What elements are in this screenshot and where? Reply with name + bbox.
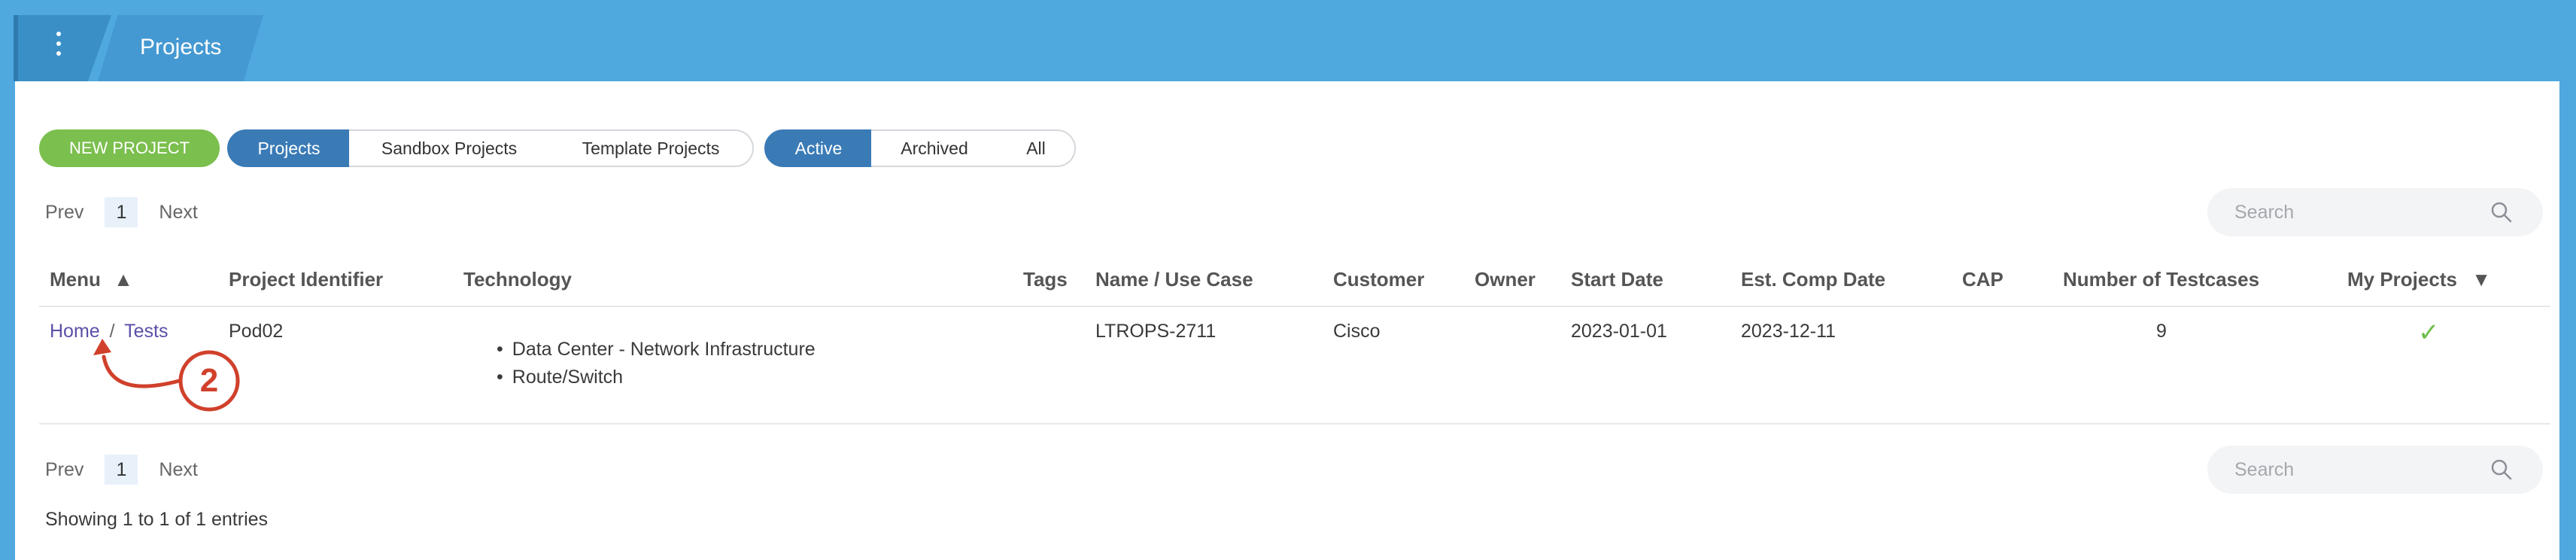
- next-button[interactable]: Next: [159, 459, 197, 481]
- next-button[interactable]: Next: [159, 202, 197, 224]
- column-header-start-date[interactable]: Start Date: [1571, 268, 1663, 291]
- column-header-name-use-case[interactable]: Name / Use Case: [1095, 268, 1253, 291]
- cell-customer: Cisco: [1333, 321, 1381, 342]
- tab-template-projects[interactable]: Template Projects: [549, 129, 754, 167]
- header-divider: [39, 306, 2550, 307]
- my-project-check-icon: ✓: [2418, 318, 2440, 347]
- tab-all[interactable]: All: [998, 129, 1076, 167]
- cell-est-comp-date: 2023-12-11: [1741, 321, 1836, 342]
- prev-button[interactable]: Prev: [45, 202, 84, 224]
- tab-projects[interactable]: Projects: [227, 129, 351, 167]
- column-header-cap[interactable]: CAP: [1962, 268, 2003, 291]
- technology-item: Data Center - Network Infrastructure: [497, 339, 816, 361]
- column-header-project-identifier[interactable]: Project Identifier: [229, 268, 383, 291]
- column-header-menu[interactable]: Menu ▲: [50, 268, 133, 291]
- column-header-technology[interactable]: Technology: [463, 268, 572, 291]
- page-number[interactable]: 1: [105, 455, 138, 485]
- kebab-menu-icon[interactable]: [51, 32, 66, 66]
- cell-start-date: 2023-01-01: [1571, 321, 1667, 342]
- entries-summary: Showing 1 to 1 of 1 entries: [45, 509, 269, 530]
- column-header-customer[interactable]: Customer: [1333, 268, 1424, 291]
- technology-item: Route/Switch: [497, 367, 816, 388]
- prev-button[interactable]: Prev: [45, 459, 84, 481]
- pager-bottom: Prev 1 Next: [45, 455, 198, 485]
- page-title: Projects: [140, 35, 222, 59]
- page-title-tab: Projects: [98, 15, 263, 81]
- cell-technology: Data Center - Network Infrastructure Rou…: [497, 339, 816, 394]
- tab-active[interactable]: Active: [764, 129, 873, 167]
- search-icon[interactable]: [2490, 201, 2513, 224]
- row-divider: [39, 423, 2550, 425]
- cell-name-use-case: LTROPS-2711: [1095, 321, 1217, 342]
- search-icon[interactable]: [2490, 458, 2513, 481]
- cell-number-of-testcases: 9: [2156, 321, 2167, 342]
- tab-archived[interactable]: Archived: [871, 129, 999, 167]
- new-project-button[interactable]: NEW PROJECT: [39, 129, 220, 167]
- column-header-number-of-testcases[interactable]: Number of Testcases: [2063, 268, 2259, 291]
- column-header-my-projects[interactable]: My Projects ▼: [2347, 268, 2491, 291]
- sort-asc-icon: ▲: [114, 268, 133, 291]
- step-number-badge: 2: [199, 362, 219, 399]
- column-header-menu-label: Menu: [50, 268, 101, 291]
- tab-sandbox-projects[interactable]: Sandbox Projects: [349, 129, 551, 167]
- column-header-owner[interactable]: Owner: [1475, 268, 1536, 291]
- page-number[interactable]: 1: [105, 197, 138, 227]
- main-panel: NEW PROJECT Projects Sandbox Projects Te…: [15, 81, 2559, 560]
- sort-desc-icon: ▼: [2471, 268, 2491, 291]
- column-header-my-projects-label: My Projects: [2347, 268, 2457, 291]
- top-bar: Projects: [0, 0, 2576, 81]
- pager-top: Prev 1 Next: [45, 197, 198, 227]
- column-header-tags[interactable]: Tags: [1023, 268, 1068, 291]
- column-header-est-comp-date[interactable]: Est. Comp Date: [1741, 268, 1885, 291]
